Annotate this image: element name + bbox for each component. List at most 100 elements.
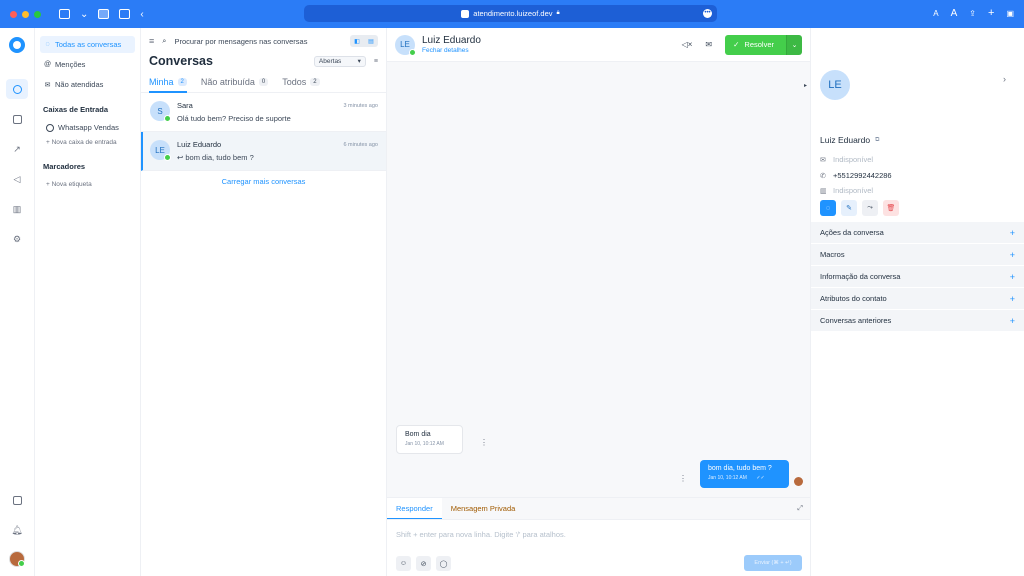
more-icon[interactable]: ••• (703, 9, 712, 18)
section-contact-attributes[interactable]: Atributos do contato + (811, 288, 1024, 310)
settings-nav-button[interactable]: ⚙ (6, 229, 28, 249)
transcript-icon[interactable]: ✉ (705, 40, 712, 49)
search-input[interactable]: Procurar por mensagens nas conversas (174, 37, 307, 46)
tab-reply[interactable]: Responder (387, 498, 442, 519)
library-nav-button[interactable]: ▥ (6, 199, 28, 219)
new-tab-icon[interactable]: + (988, 7, 994, 19)
resolve-button[interactable]: ✓ Resolver (725, 34, 786, 55)
send-button[interactable]: Enviar (⌘ + ↵) (744, 555, 802, 571)
close-details-link[interactable]: Fechar detalhes (422, 47, 481, 54)
load-more-button[interactable]: Carregar mais conversas (141, 177, 386, 186)
contact-phone: +5512992442286 (833, 171, 892, 180)
merge-contact-button[interactable]: ⤳ (862, 200, 878, 216)
plus-icon: + (1009, 293, 1015, 304)
chevron-right-icon[interactable]: › (1003, 74, 1006, 84)
avatar: LE (150, 140, 171, 161)
browser-toolbar: ⌄ ‹ atendimento.luizeof.dev 🔒︎ ••• A A ⇪… (0, 0, 1024, 28)
contact-name: Sara (177, 101, 193, 110)
message-options-icon[interactable]: ⋮ (679, 474, 687, 483)
section-label: Informação da conversa (820, 272, 901, 281)
tab-mine[interactable]: Minha 2 (149, 71, 187, 93)
add-inbox-link[interactable]: + Nova caixa de entrada (40, 135, 135, 150)
text-smaller-icon[interactable]: A (933, 9, 938, 18)
contact-email-row[interactable]: ✉ Indisponível (820, 155, 873, 164)
add-label-link[interactable]: + Nova etiqueta (40, 177, 135, 192)
close-window-button[interactable] (10, 10, 17, 18)
user-avatar[interactable] (9, 551, 25, 567)
menu-icon[interactable]: ≡ (149, 36, 154, 46)
external-link-icon[interactable]: ⧉ (875, 137, 879, 144)
section-previous-conversations[interactable]: Conversas anteriores + (811, 310, 1024, 332)
chat-contact-name: Luiz Eduardo (422, 35, 481, 46)
plus-icon: + (1009, 271, 1015, 282)
pencil-icon: ✎ (846, 205, 852, 212)
conversation-item[interactable]: S Sara 3 minutes ago Olá tudo bem? Preci… (141, 93, 386, 132)
tab-unassigned[interactable]: Não atribuída 0 (201, 71, 269, 92)
delete-contact-button[interactable]: 🗑︎ (883, 200, 899, 216)
collapse-sidebar-icon[interactable]: ▸ (804, 82, 807, 89)
section-macros[interactable]: Macros + (811, 244, 1024, 266)
lock-icon: 🔒︎ (556, 10, 560, 16)
notion-icon[interactable] (119, 9, 131, 19)
window-controls (10, 10, 41, 18)
mention-icon: @ (44, 61, 52, 68)
whatsapp-template-button[interactable]: ◯ (436, 556, 451, 571)
resolve-dropdown-button[interactable]: ⌄ (786, 34, 802, 55)
section-conversation-info[interactable]: Informação da conversa + (811, 266, 1024, 288)
new-message-button[interactable]: ◌ (820, 200, 836, 216)
sidebar-item-whatsapp-inbox[interactable]: Whatsapp Vendas (40, 120, 135, 135)
switch-account-button[interactable] (6, 490, 28, 510)
tab-count-badge: 0 (258, 77, 269, 86)
avatar: LE (395, 34, 416, 56)
notifications-button[interactable]: 🔔︎ (6, 520, 28, 540)
app-logo[interactable] (9, 37, 25, 53)
contact-company-row[interactable]: ▥ Indisponível (820, 186, 873, 195)
emoji-button[interactable]: ☺ (396, 556, 411, 571)
minimize-window-button[interactable] (22, 10, 29, 18)
labels-heading: Marcadores (43, 162, 86, 171)
address-bar[interactable]: atendimento.luizeof.dev 🔒︎ ••• (304, 5, 717, 22)
section-label: Ações da conversa (820, 228, 884, 237)
section-label: Conversas anteriores (820, 316, 892, 325)
chevron-down-icon[interactable]: ⌄ (80, 9, 88, 20)
expand-icon[interactable]: ⤢ (797, 505, 803, 513)
text-larger-icon[interactable]: A (951, 8, 958, 19)
back-arrow-icon[interactable]: ‹ (140, 9, 143, 20)
edit-contact-button[interactable]: ✎ (841, 200, 857, 216)
status-filter-select[interactable]: Abertas ▾ (313, 55, 366, 67)
tab-group-icon[interactable] (98, 9, 110, 19)
sidebar-item-all-conversations[interactable]: ◌ Todas as conversas (40, 36, 135, 53)
contact-phone-row[interactable]: ✆ +5512992442286 (820, 171, 892, 180)
megaphone-icon: ◁ (13, 173, 21, 184)
campaigns-nav-button[interactable]: ◁ (6, 169, 28, 189)
filter-icon[interactable]: ≡ (374, 58, 378, 65)
search-bar: ≡ ⌕ Procurar por mensagens nas conversas… (141, 28, 386, 54)
tab-label: Minha (149, 76, 174, 87)
view-toggle[interactable]: ◧ ▤ (350, 35, 378, 47)
section-conversation-actions[interactable]: Ações da conversa + (811, 222, 1024, 244)
emoji-icon: ☺ (399, 560, 408, 567)
conversation-item[interactable]: LE Luiz Eduardo 6 minutes ago ↩ bom dia,… (141, 132, 386, 171)
message-input[interactable]: Shift + enter para nova linha. Digite '/… (387, 520, 810, 549)
contacts-nav-button[interactable] (6, 109, 28, 129)
sidebar-item-label: Menções (55, 60, 86, 69)
maximize-window-button[interactable] (34, 10, 41, 18)
contacts-icon (12, 114, 22, 124)
mute-icon[interactable]: ◁× (682, 40, 693, 49)
tab-private-note[interactable]: Mensagem Privada (442, 498, 525, 519)
message-preview: bom dia, tudo bem ? (185, 153, 254, 162)
tab-count-badge: 2 (177, 77, 187, 86)
conversations-nav-button[interactable] (6, 79, 28, 99)
status-filter-value: Abertas (318, 57, 342, 65)
reports-nav-button[interactable]: ↗ (6, 139, 28, 159)
message-options-icon[interactable]: ⋮ (480, 438, 488, 447)
sidebar-item-mentions[interactable]: @ Menções (40, 56, 135, 73)
tab-overview-icon[interactable]: ▣ (1006, 9, 1014, 18)
share-icon[interactable]: ⇪ (969, 9, 976, 18)
tab-all[interactable]: Todos 2 (282, 71, 320, 92)
sidebar-toggle-icon[interactable] (59, 9, 70, 19)
attach-button[interactable]: ⊘ (416, 556, 431, 571)
sidebar-item-label: Todas as conversas (55, 40, 122, 49)
bell-icon: 🔔︎ (11, 524, 23, 535)
sidebar-item-unattended[interactable]: ✉ Não atendidas (40, 76, 135, 93)
